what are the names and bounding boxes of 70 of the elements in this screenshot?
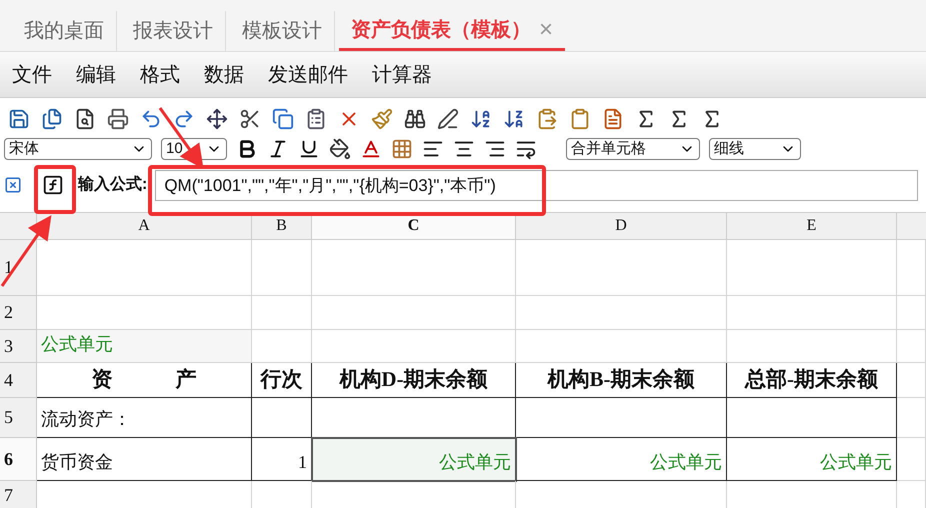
move-icon[interactable] [206,108,228,130]
save-icon[interactable] [8,108,30,130]
table-cell [252,296,312,330]
table-cell [252,398,312,438]
font-color-icon[interactable] [360,138,382,160]
column-heading: 资 产 [37,363,252,398]
copy-icon[interactable] [272,108,294,130]
column-heading: 行次 [252,363,312,398]
tab[interactable]: 模板设计 [230,11,335,51]
corner-header[interactable] [0,213,37,240]
table-cell: 公式单元 [516,438,727,481]
row-header[interactable]: 4 [0,363,37,398]
row-header[interactable]: 7 [0,481,37,508]
column-header[interactable]: E [727,213,897,240]
menu-item[interactable]: 文件 [12,60,52,90]
menu-item[interactable]: 格式 [140,60,180,90]
redo-icon[interactable] [173,108,195,130]
menu-item[interactable]: 发送邮件 [268,60,348,90]
tab[interactable]: 我的桌面 [12,11,117,51]
column-header[interactable]: A [37,213,252,240]
underline-icon[interactable] [298,138,320,160]
clipboard-paste-icon[interactable] [536,108,558,130]
function-icon[interactable] [42,174,64,196]
cancel-icon[interactable] [4,176,22,194]
menu-item[interactable]: 计算器 [372,60,432,90]
formula-input[interactable]: QM("1001","","年","月","","{机构=03}","本币") [155,170,918,200]
border-icon[interactable] [391,138,413,160]
row-header[interactable]: 2 [0,296,37,330]
scissors-icon[interactable] [239,108,261,130]
column-heading: 机构B-期末余额 [516,363,727,398]
table-cell [252,240,312,296]
table-cell: 流动资产： [37,398,252,438]
dropdown[interactable]: 合并单元格 [566,138,700,160]
annotation-arrow [0,215,52,287]
table-cell [897,296,926,330]
dropdown[interactable]: 细线 [709,138,801,160]
document-list-icon[interactable] [305,108,327,130]
printer-icon[interactable] [107,108,129,130]
table-cell [897,438,926,481]
row-header[interactable]: 3 [0,330,37,363]
fill-color-icon[interactable] [329,138,351,160]
row-header[interactable]: 6 [0,438,37,481]
table-cell [897,330,926,363]
table-cell: 公式单元 [37,330,252,363]
table-cell: 货币资金 [37,438,252,481]
binoculars-icon[interactable] [404,108,426,130]
table-cell: 公式单元 [727,438,897,481]
menu-item[interactable]: 数据 [204,60,244,90]
tab[interactable]: 报表设计 [121,11,226,51]
highlight-frame [34,165,76,214]
sort-ascending-icon[interactable] [470,108,492,130]
column-heading: 机构D-期末余额 [312,363,516,398]
brush-icon[interactable] [371,108,393,130]
table-cell [897,398,926,438]
sort-descending-icon[interactable] [503,108,525,130]
save-copy-icon[interactable] [41,108,63,130]
table-cell [897,363,926,398]
pen-line-icon[interactable] [437,108,459,130]
column-header[interactable]: D [516,213,727,240]
table-cell [252,330,312,363]
form-icon[interactable] [602,108,624,130]
print-preview-icon[interactable] [74,108,96,130]
dropdown[interactable]: 宋体 [4,138,152,160]
undo-icon[interactable] [140,108,162,130]
menu-item[interactable]: 编辑 [76,60,116,90]
clipboard-icon[interactable] [569,108,591,130]
row-header[interactable]: 5 [0,398,37,438]
column-heading: 总部-期末余额 [727,363,897,398]
table-cell [897,240,926,296]
table-cell: 公式单元 [312,438,516,481]
